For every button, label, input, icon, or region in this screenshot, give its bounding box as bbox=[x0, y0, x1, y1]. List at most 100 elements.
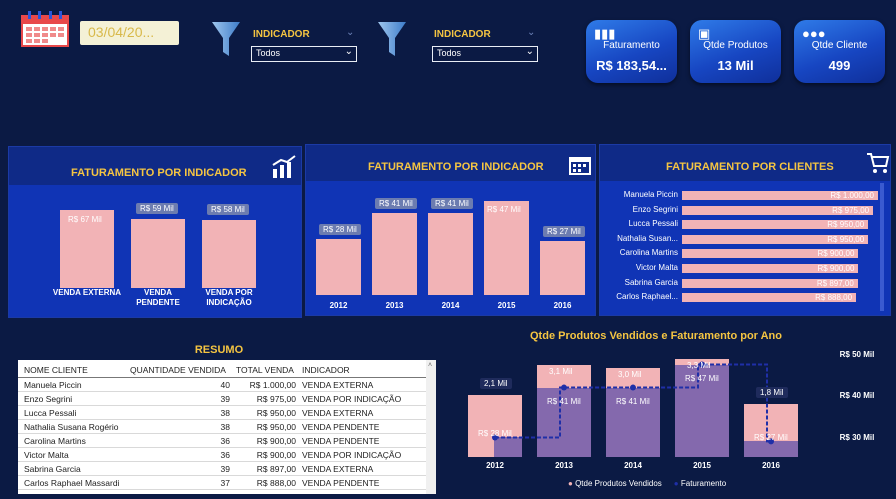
legend-qtde[interactable]: ● Qtde Produtos Vendidos bbox=[568, 479, 662, 488]
category-label: 2016 bbox=[762, 461, 780, 470]
kpi-title: Faturamento bbox=[603, 40, 660, 51]
users-icon: ●●● bbox=[802, 26, 826, 41]
data-label: R$ 59 Mil bbox=[136, 203, 178, 215]
select-value: Todos bbox=[437, 48, 462, 58]
table-row[interactable]: Carolina Martins 36 R$ 900,00 VENDA PENDENT… bbox=[18, 434, 426, 448]
chevron-down-icon[interactable]: ⌄ bbox=[527, 27, 535, 38]
table-row[interactable]: Victor Malta 36 R$ 900,00 VENDA POR INDICAÇ… bbox=[18, 448, 426, 462]
col-header-quantidade[interactable]: QUANTIDADE VENDIDA bbox=[130, 365, 226, 375]
qty-label: 3,1 Mil bbox=[549, 366, 573, 376]
dropdown-caret-icon: ⌄ bbox=[344, 46, 353, 57]
table-cell: 38 bbox=[220, 408, 230, 418]
table-cell: R$ 975,00 bbox=[256, 394, 296, 404]
qty-label: 3,0 Mil bbox=[618, 369, 642, 379]
col-header-nome[interactable]: NOME CLIENTE bbox=[24, 365, 88, 375]
chevron-down-icon[interactable]: ⌄ bbox=[346, 27, 354, 38]
client-name: Enzo Segrini bbox=[632, 204, 678, 214]
client-name: Victor Malta bbox=[635, 263, 678, 272]
date-filter-input[interactable]: 03/04/20... bbox=[80, 21, 179, 45]
indicador-select-1[interactable]: Todos ⌄ bbox=[251, 46, 357, 62]
legend-dot-icon: ● bbox=[568, 479, 576, 488]
legend-faturamento[interactable]: ● Faturamento bbox=[674, 479, 726, 488]
category-label: 2015 bbox=[497, 301, 516, 310]
faturamento-label: R$ 28 Mil bbox=[478, 429, 512, 438]
data-label: R$ 888,00 bbox=[815, 293, 853, 303]
kpi-title: Qtde Produtos bbox=[703, 40, 768, 51]
dropdown-caret-icon: ⌄ bbox=[525, 46, 534, 57]
table-cell: VENDA PENDENTE bbox=[302, 436, 380, 446]
kpi-value: R$ 183,54... bbox=[596, 58, 667, 73]
indicador-select-2[interactable]: Todos ⌄ bbox=[432, 46, 538, 62]
table-cell: R$ 897,00 bbox=[256, 464, 296, 474]
category-label: 2012 bbox=[329, 301, 348, 310]
table-row[interactable]: Carlos Raphael Massardi 37 R$ 888,00 VENDA … bbox=[18, 476, 426, 490]
client-name: Carolina Martins bbox=[619, 248, 678, 258]
table-row[interactable]: Sabrina Garcia 39 R$ 897,00 VENDA EXTERNA bbox=[18, 462, 426, 476]
data-label: R$ 67 Mil bbox=[68, 215, 102, 224]
table-cell: Sabrina Garcia bbox=[24, 464, 81, 474]
table-row[interactable]: Manuela Piccin 40 R$ 1.000,00 VENDA EXTERNA bbox=[18, 378, 426, 392]
client-name: Lucca Pessali bbox=[628, 219, 678, 229]
filter-funnel-icon bbox=[212, 22, 240, 56]
line-point bbox=[630, 384, 636, 391]
table-cell: Victor Malta bbox=[24, 450, 69, 460]
category-label: VENDA PENDENTE bbox=[119, 288, 197, 308]
data-label: R$ 950,00 bbox=[827, 220, 865, 230]
faturamento-label: R$ 47 Mil bbox=[685, 373, 719, 383]
filter-label-indicador-1: INDICADOR bbox=[253, 29, 310, 40]
category-label-line: PENDENTE bbox=[136, 298, 180, 307]
data-label: R$ 41 Mil bbox=[431, 198, 473, 209]
bar bbox=[484, 201, 529, 295]
table-cell: VENDA EXTERNA bbox=[302, 380, 374, 390]
table-cell: VENDA EXTERNA bbox=[302, 464, 374, 474]
table-cell: VENDA POR INDICAÇÃO bbox=[302, 394, 402, 404]
kpi-value: 499 bbox=[828, 58, 851, 73]
table-cell: VENDA PENDENTE bbox=[302, 478, 380, 488]
table-title: RESUMO bbox=[8, 344, 430, 360]
panel-faturamento-ano: FATURAMENTO POR INDICADOR R$ 28 Mil 2012 R… bbox=[305, 144, 596, 316]
category-label-line: VENDA POR bbox=[205, 288, 253, 297]
table-cell: R$ 950,00 bbox=[256, 408, 296, 418]
table-scrollbar[interactable]: ˄ bbox=[426, 360, 436, 494]
data-label: R$ 58 Mil bbox=[207, 204, 249, 216]
col-header-indicador[interactable]: INDICADOR bbox=[302, 365, 350, 375]
table-cell: VENDA POR INDICAÇÃO bbox=[302, 450, 402, 460]
scroll-up-icon[interactable]: ˄ bbox=[428, 362, 432, 369]
bar bbox=[372, 213, 417, 295]
legend-dot-icon: ● bbox=[673, 479, 681, 488]
calendar-icon bbox=[21, 11, 69, 47]
bar bbox=[540, 241, 585, 295]
chart-plot: R$ 28 Mil 2012 R$ 41 Mil 2013 R$ 41 Mil 2014 R… bbox=[306, 181, 595, 315]
chart-plot: Manuela Piccin R$ 1.000,00 Enzo Segrini R$ … bbox=[600, 181, 890, 315]
category-label-line: VENDA EXTERNA bbox=[52, 288, 122, 297]
panel-faturamento-clientes: FATURAMENTO POR CLIENTES Manuela Piccin R… bbox=[599, 144, 891, 316]
qty-label: 1,8 Mil bbox=[756, 386, 788, 398]
data-label: R$ 1.000,00 bbox=[830, 191, 874, 200]
table-cell: R$ 1.000,00 bbox=[249, 380, 296, 390]
table-header: NOME CLIENTE QUANTIDADE VENDIDA TOTAL VE… bbox=[18, 360, 426, 378]
table-cell: R$ 900,00 bbox=[256, 450, 296, 460]
table-row[interactable]: Nathalia Susana Rogério 38 R$ 950,00 VENDA … bbox=[18, 420, 426, 434]
table-row[interactable]: Lucca Pessali 38 R$ 950,00 VENDA EXTERNA bbox=[18, 406, 426, 420]
bar bbox=[316, 239, 361, 295]
filter-funnel-icon bbox=[378, 22, 406, 56]
category-label-line: VENDA bbox=[143, 288, 172, 297]
select-value: Todos bbox=[256, 48, 281, 58]
combo-chart: 2,1 Mil 3,1 Mil 3,0 Mil 3,3 Mil 1,8 Mil R$ 28… bbox=[440, 345, 890, 495]
table-cell: Enzo Segrini bbox=[24, 394, 73, 404]
col-header-total[interactable]: TOTAL VENDA bbox=[236, 365, 294, 375]
shopping-cart-icon bbox=[867, 153, 890, 173]
table-cell: 36 bbox=[220, 436, 230, 446]
category-label-line: INDICAÇÃO bbox=[206, 298, 252, 307]
bar bbox=[131, 219, 185, 288]
data-label: R$ 47 Mil bbox=[487, 205, 521, 214]
data-label: R$ 27 Mil bbox=[543, 226, 585, 237]
faturamento-line-chart bbox=[492, 361, 774, 445]
panel-faturamento-indicador: FATURAMENTO POR INDICADOR R$ 67 Mil VENDA… bbox=[8, 146, 302, 318]
table-row[interactable]: Enzo Segrini 39 R$ 975,00 VENDA POR INDICAÇ… bbox=[18, 392, 426, 406]
kpi-card-qtde-produtos: ▣ Qtde Produtos 13 Mil bbox=[690, 20, 781, 83]
filter-label-indicador-2: INDICADOR bbox=[434, 29, 491, 40]
kpi-title: Qtde Cliente bbox=[811, 40, 868, 51]
table-cell: R$ 950,00 bbox=[256, 422, 296, 432]
scrollbar[interactable] bbox=[880, 183, 884, 311]
